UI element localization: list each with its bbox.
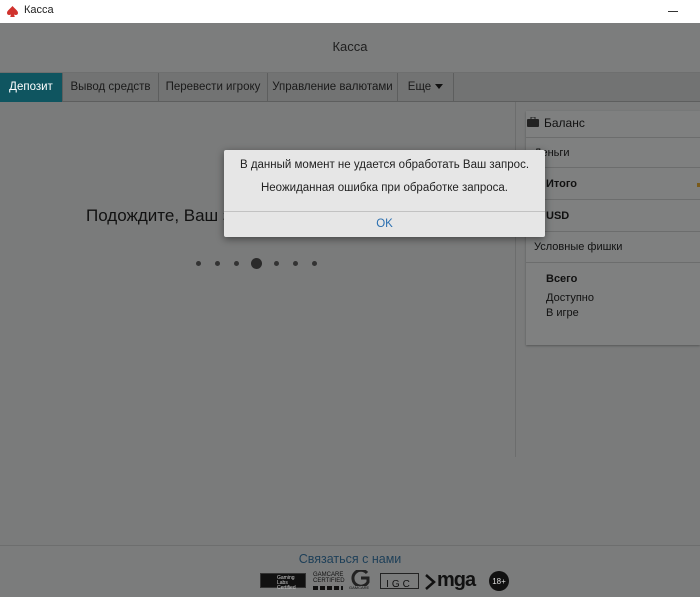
loader-dot — [293, 261, 298, 266]
balance-row-total: Итого — [526, 167, 700, 199]
tab-more-label: Еще — [407, 81, 432, 93]
currency-label: USD — [546, 210, 570, 222]
balance-row-money[interactable]: Деньги — [526, 137, 700, 167]
ok-button[interactable]: OK — [224, 212, 545, 237]
tab-transfer[interactable]: Перевести игроку — [159, 73, 268, 102]
loader-dot — [312, 261, 317, 266]
in-game-label: В игре — [546, 307, 579, 319]
error-message-line2: Неожиданная ошибка при обработке запроса… — [260, 182, 508, 194]
footer: Связаться с нами Gaming Labs Certified G… — [0, 545, 700, 597]
chips-label: Условные фишки — [534, 241, 623, 253]
gamcare-g-icon — [351, 568, 370, 588]
mga-text: mga — [437, 569, 476, 591]
briefcase-icon — [527, 117, 539, 127]
loader-dot — [196, 261, 201, 266]
contact-us-link[interactable]: Связаться с нами — [0, 552, 700, 566]
cashier-header: Касса — [0, 23, 700, 73]
gamcare-text: GAMCARE — [349, 585, 370, 590]
error-dialog: В данный момент не удается обработать Ва… — [224, 150, 545, 237]
balance-title: Баланс — [544, 116, 585, 130]
tab-more[interactable]: Еще — [398, 73, 454, 102]
age-18-badge: 18+ — [489, 571, 509, 591]
igc-text: IGC — [386, 579, 413, 590]
tab-currency-management[interactable]: Управление валютами — [268, 73, 398, 102]
caret-down-icon — [435, 84, 444, 90]
balance-row-currency: USD — [526, 199, 700, 231]
minimize-button[interactable] — [656, 0, 696, 23]
loader-dot — [215, 261, 220, 266]
total-label: Итого — [546, 178, 578, 190]
gamcare-certified-text: GAMCARE CERTIFIED — [313, 572, 345, 584]
balance-panel: Баланс Деньги Итого USD Условные фишки В… — [526, 111, 700, 345]
error-message-line1: В данный момент не удается обработать Ва… — [239, 159, 530, 171]
mga-arrow-icon — [425, 574, 436, 590]
window-title: Касса — [24, 4, 54, 16]
window-title-bar: Касса — [0, 0, 700, 23]
waiting-message: Подождите, Ваш з — [86, 206, 231, 225]
age-18-text: 18+ — [492, 577, 506, 586]
gamcare-certified-logo: GAMCARE CERTIFIED — [313, 570, 345, 591]
gamcare-bar — [313, 586, 343, 590]
all-label: Всего — [546, 273, 578, 285]
igc-logo: IGC — [380, 573, 419, 590]
gaming-labs-logo: Gaming Labs Certified — [260, 573, 306, 591]
tab-deposit[interactable]: Депозит — [0, 73, 63, 102]
tab-bar: Депозит Вывод средств Перевести игроку У… — [0, 73, 700, 102]
spade-icon — [7, 6, 18, 17]
page-title: Касса — [332, 39, 368, 54]
tab-withdraw[interactable]: Вывод средств — [63, 73, 159, 102]
chips-details: Всего Доступно В игре — [526, 262, 700, 345]
loader-dot — [274, 261, 279, 266]
gaming-labs-logo-text: Gaming Labs Certified — [277, 575, 296, 591]
balance-header: Баланс — [526, 111, 700, 137]
loader-dot-active — [251, 258, 262, 269]
mga-logo: mga — [424, 569, 484, 593]
available-label: Доступно — [546, 292, 595, 304]
balance-row-chips[interactable]: Условные фишки — [526, 231, 700, 262]
loader-dot — [234, 261, 239, 266]
gamcare-logo: GAMCARE — [349, 568, 373, 592]
